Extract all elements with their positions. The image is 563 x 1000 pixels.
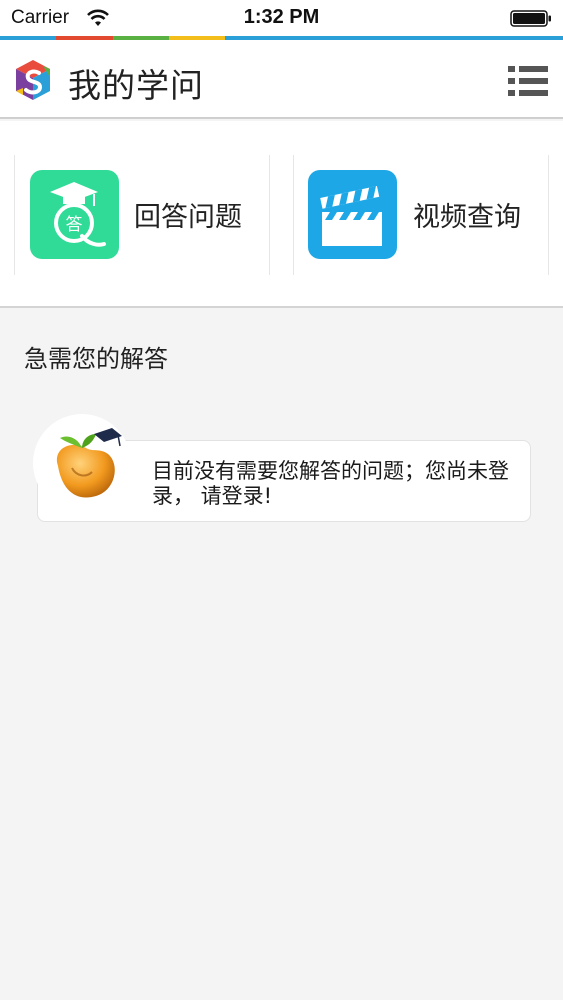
clapperboard-icon xyxy=(308,170,397,259)
section-title: 急需您的解答 xyxy=(24,345,168,373)
answer-questions-label: 回答问题 xyxy=(134,202,242,233)
app-header: 我的学问 xyxy=(0,40,563,119)
graduation-answer-icon: 答 xyxy=(30,170,119,259)
svg-text:答: 答 xyxy=(66,215,83,235)
video-search-label: 视频查询 xyxy=(413,202,521,233)
page-title: 我的学问 xyxy=(68,66,204,105)
bean-mascot-icon xyxy=(56,428,122,498)
status-bar: Carrier 1:32 PM xyxy=(0,0,563,36)
empty-state-message: 目前没有需要您解答的问题；您尚未登录， 请登录! xyxy=(152,459,509,508)
app-logo-icon xyxy=(16,60,50,100)
answer-questions-card[interactable]: 答 回答问题 xyxy=(14,155,270,275)
list-menu-icon[interactable] xyxy=(506,63,550,99)
battery-icon xyxy=(510,10,551,27)
clock: 1:32 PM xyxy=(243,6,320,28)
feature-panel: 答 回答问题 视频查询 xyxy=(0,121,563,308)
video-search-card[interactable]: 视频查询 xyxy=(293,155,549,275)
